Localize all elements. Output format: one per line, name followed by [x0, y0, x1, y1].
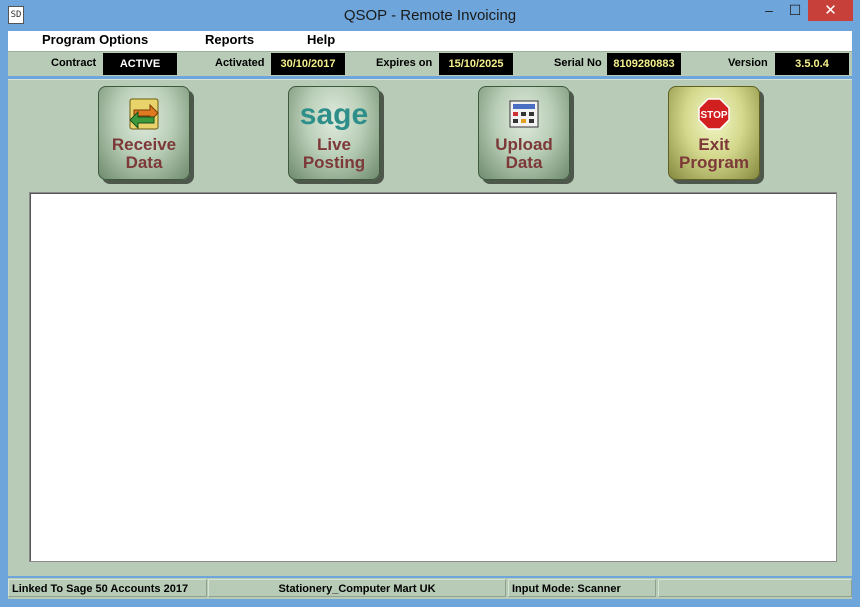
- stop-sign-icon: STOP: [669, 97, 759, 133]
- stop-sign-text: STOP: [700, 110, 727, 121]
- menu-reports[interactable]: Reports: [205, 32, 254, 47]
- title-bar: SD QSOP - Remote Invoicing – ☐ ✕: [0, 0, 860, 31]
- license-info-bar: Contract ACTIVE Activated 30/10/2017 Exp…: [8, 51, 852, 76]
- status-extra: [658, 579, 852, 597]
- close-button[interactable]: ✕: [808, 0, 853, 21]
- upload-data-label: Upload Data: [495, 135, 553, 172]
- sage-logo-icon: sage: [289, 97, 379, 133]
- status-bar: Linked To Sage 50 Accounts 2017 Statione…: [8, 578, 852, 599]
- activated-value: 30/10/2017: [271, 53, 345, 75]
- content-frame: [8, 186, 852, 576]
- sage-logo-text: sage: [300, 98, 368, 131]
- expires-value: 15/10/2025: [439, 53, 513, 75]
- receive-arrows-icon: [99, 97, 189, 133]
- menu-help[interactable]: Help: [307, 32, 335, 47]
- status-input-mode: Input Mode: Scanner: [508, 579, 656, 597]
- serial-value: 8109280883: [607, 53, 681, 75]
- action-toolbar: Receive Data sage Live Posting Upload Da…: [8, 79, 852, 187]
- main-content-area[interactable]: [29, 192, 837, 562]
- expires-label: Expires on: [376, 57, 433, 69]
- live-posting-button[interactable]: sage Live Posting: [288, 86, 380, 180]
- upload-data-button[interactable]: Upload Data: [478, 86, 570, 180]
- menu-program-options[interactable]: Program Options: [42, 32, 148, 47]
- receive-data-button[interactable]: Receive Data: [98, 86, 190, 180]
- exit-program-button[interactable]: STOP Exit Program: [668, 86, 760, 180]
- maximize-button[interactable]: ☐: [782, 0, 808, 21]
- menu-bar: Program Options Reports Help: [8, 31, 852, 51]
- contract-value: ACTIVE: [103, 53, 177, 75]
- window-title: QSOP - Remote Invoicing: [343, 7, 517, 24]
- receive-data-label: Receive Data: [111, 135, 177, 172]
- version-value: 3.5.0.4: [775, 53, 849, 75]
- status-linked: Linked To Sage 50 Accounts 2017: [8, 579, 207, 597]
- contract-label: Contract: [51, 57, 97, 69]
- exit-program-label: Exit Program: [679, 135, 749, 172]
- live-posting-label: Live Posting: [302, 135, 366, 172]
- version-label: Version: [728, 57, 768, 69]
- serial-label: Serial No: [554, 57, 602, 69]
- status-company: Stationery_Computer Mart UK: [208, 579, 506, 597]
- activated-label: Activated: [215, 57, 265, 69]
- minimize-button[interactable]: –: [756, 0, 782, 21]
- upload-calculator-icon: [479, 97, 569, 133]
